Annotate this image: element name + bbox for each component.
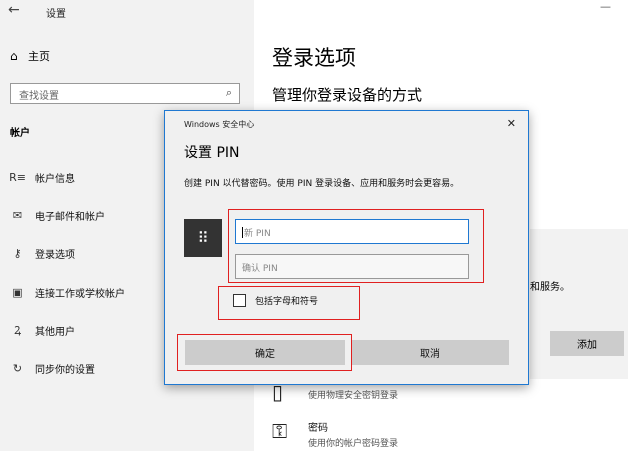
password-option[interactable]: ⚿ 密码 使用你的帐户密码登录 <box>272 419 398 449</box>
key-icon: ⚷ <box>13 246 22 260</box>
sidebar-item-label: 帐户信息 <box>35 173 75 185</box>
sidebar-item-label: 电子邮件和帐户 <box>35 211 105 223</box>
close-icon[interactable]: ✕ <box>507 117 516 130</box>
app-title: 设置 <box>46 9 66 20</box>
pin-panel-text: 和服务。 <box>530 282 570 293</box>
section-title: 帐户 <box>10 128 30 139</box>
back-arrow-icon[interactable]: ← <box>8 2 20 18</box>
home-icon: ⌂ <box>10 49 18 63</box>
person-add-icon: Ꝝ <box>13 323 22 337</box>
sidebar-item-label: 登录选项 <box>35 249 75 261</box>
security-key-desc: 使用物理安全密钥登录 <box>308 391 399 401</box>
sidebar-item-label: 连接工作或学校帐户 <box>35 288 125 300</box>
minimize-button[interactable]: — <box>600 0 611 13</box>
page-title: 登录选项 <box>272 46 356 70</box>
mail-icon: ✉ <box>12 208 23 222</box>
add-button[interactable]: 添加 <box>550 331 624 356</box>
dialog-app-name: Windows 安全中心 <box>184 120 255 129</box>
cancel-button[interactable]: 取消 <box>351 340 509 365</box>
password-desc: 使用你的帐户密码登录 <box>308 439 399 449</box>
keypad-icon: ⠿ <box>184 219 222 257</box>
briefcase-icon: ▣ <box>12 285 23 299</box>
sidebar-item-label: 其他用户 <box>35 326 75 338</box>
dialog-description: 创建 PIN 以代替密码。使用 PIN 登录设备、应用和服务时会更容易。 <box>184 179 460 189</box>
password-title: 密码 <box>308 423 328 434</box>
sidebar-home-label: 主页 <box>28 50 50 63</box>
search-input[interactable]: 查找设置 ⌕ <box>10 83 240 104</box>
person-list-icon: R≡ <box>9 170 26 184</box>
password-key-icon: ⚿ <box>272 419 288 443</box>
pin-fields-highlight <box>228 209 484 283</box>
ok-button-highlight <box>177 334 352 371</box>
sync-icon: ↻ <box>12 361 23 375</box>
checkbox-highlight <box>218 286 360 320</box>
search-icon[interactable]: ⌕ <box>226 86 232 100</box>
sidebar-item-label: 同步你的设置 <box>35 364 95 376</box>
sidebar-home[interactable]: ⌂ 主页 <box>10 48 50 64</box>
windows-hello-pin-panel <box>530 229 628 379</box>
dialog-title: 设置 PIN <box>184 145 240 161</box>
page-subtitle: 管理你登录设备的方式 <box>272 86 423 104</box>
search-placeholder: 查找设置 <box>19 91 59 102</box>
